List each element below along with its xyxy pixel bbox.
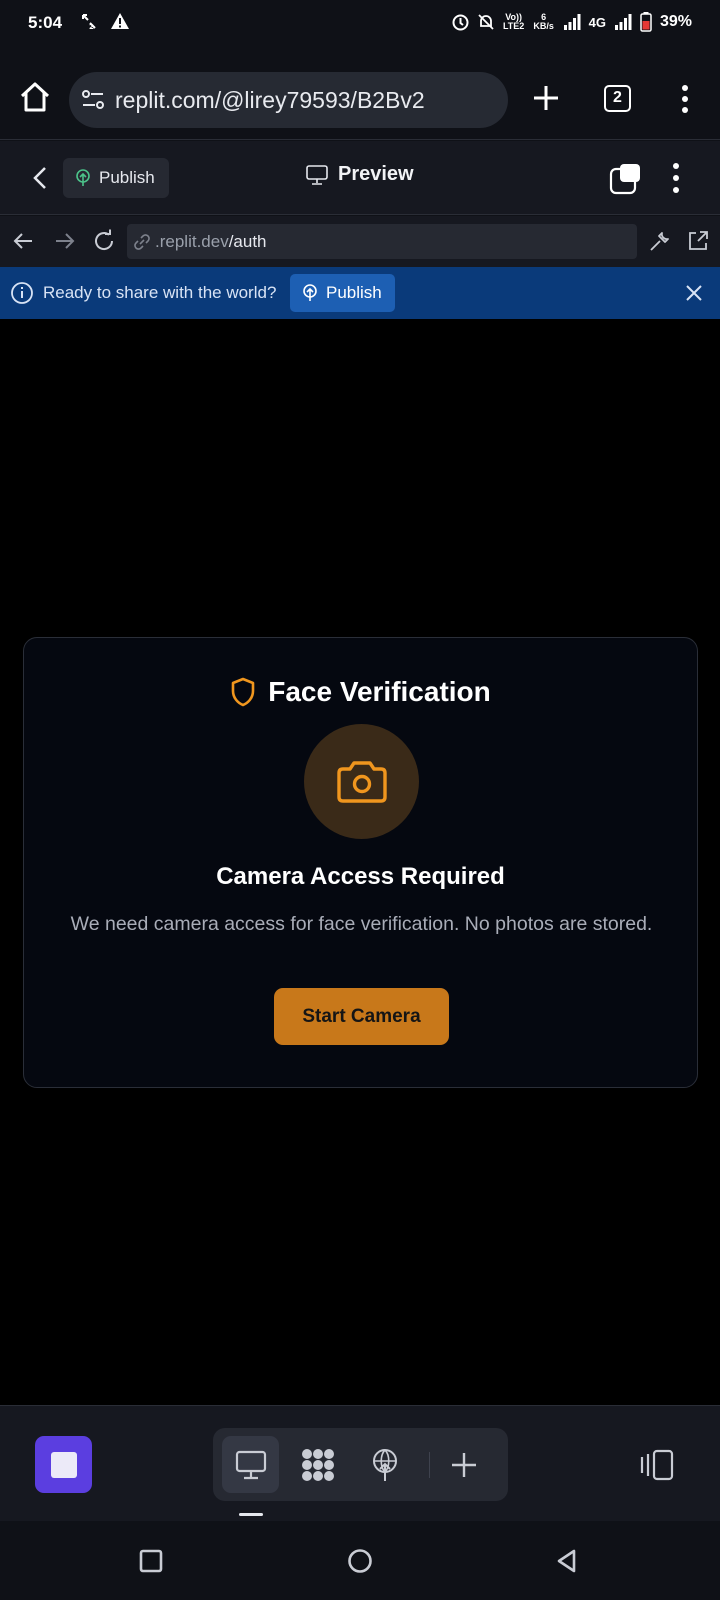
banner-text: Ready to share with the world? [43, 283, 277, 302]
link-icon [134, 233, 150, 250]
browser-toolbar: replit.com/@lirey79593/B2Bv2 2 [0, 46, 720, 140]
reload-icon[interactable] [92, 229, 116, 253]
stop-button[interactable] [35, 1436, 92, 1493]
tab-switcher-button[interactable]: 2 [604, 85, 631, 112]
publish-icon [76, 169, 90, 186]
tune-icon[interactable] [81, 88, 105, 112]
split-view-icon[interactable] [609, 163, 641, 195]
mute-icon [477, 14, 494, 30]
back-icon[interactable] [554, 1547, 582, 1575]
publish-button[interactable]: Publish [63, 158, 169, 198]
address-url: replit.com/@lirey79593/B2Bv2 [115, 86, 425, 113]
tab-preview[interactable] [222, 1436, 279, 1493]
wrench-icon[interactable] [648, 229, 672, 253]
more-vertical-icon[interactable] [664, 161, 688, 195]
camera-access-description: We need camera access for face verificat… [70, 913, 653, 935]
network-type: 4G [588, 14, 606, 30]
preview-content: Face Verification Camera Access Required… [0, 319, 720, 1405]
preview-label: Preview [338, 163, 414, 185]
battery-icon [640, 12, 652, 32]
dock-separator [429, 1452, 430, 1478]
card-title-text: Face Verification [268, 676, 491, 707]
publish-banner: Ready to share with the world? Publish [0, 267, 720, 319]
active-tab-indicator [239, 1513, 263, 1516]
publish-label: Publish [99, 168, 155, 187]
face-verification-card: Face Verification Camera Access Required… [23, 637, 698, 1088]
home-icon[interactable] [346, 1547, 374, 1575]
battery-percent: 39% [659, 13, 692, 30]
plus-icon [451, 1452, 476, 1477]
sync-icon [452, 14, 469, 30]
address-bar[interactable]: replit.com/@lirey79593/B2Bv2 [69, 72, 508, 128]
warning-icon [111, 13, 129, 29]
replit-header: Publish Preview [0, 141, 720, 215]
more-vertical-icon[interactable] [672, 84, 698, 114]
webview-url-field[interactable]: .replit.dev/auth [127, 224, 637, 259]
arrow-left-icon[interactable] [12, 229, 36, 253]
plus-icon[interactable] [530, 82, 562, 114]
camera-access-heading: Camera Access Required [216, 863, 505, 890]
android-nav-bar [0, 1521, 720, 1600]
publish-icon [303, 284, 317, 301]
tab-publish[interactable] [356, 1436, 413, 1493]
webview-nav: .replit.dev/auth [0, 216, 720, 267]
shield-icon [231, 677, 255, 707]
call-forward-icon: 2 [82, 14, 96, 30]
home-icon[interactable] [18, 80, 52, 114]
monitor-icon [306, 164, 328, 185]
webview-domain: .replit.dev [155, 231, 229, 251]
banner-publish-button[interactable]: Publish [290, 274, 395, 312]
signal-icon [614, 14, 632, 30]
svg-text:2: 2 [89, 23, 94, 30]
banner-publish-label: Publish [326, 283, 382, 302]
info-icon [11, 282, 33, 304]
replit-dock [0, 1405, 720, 1521]
camera-badge [304, 724, 419, 839]
signal-icon [563, 14, 581, 30]
close-icon[interactable] [683, 282, 705, 304]
recents-icon[interactable] [137, 1547, 165, 1575]
agent-icon [301, 1448, 334, 1481]
chevron-left-icon[interactable] [28, 165, 52, 191]
tab-agent[interactable] [289, 1436, 346, 1493]
status-time: 5:04 [28, 13, 63, 32]
dock-tabs [213, 1428, 508, 1501]
preview-title: Preview [306, 163, 414, 186]
camera-icon [336, 760, 387, 803]
arrow-right-icon[interactable] [52, 229, 76, 253]
webview-path: /auth [228, 231, 267, 251]
start-camera-button[interactable]: Start Camera [274, 988, 449, 1045]
card-title: Face Verification [24, 676, 697, 708]
net-speed: 6 KB/s [533, 12, 554, 31]
volte-indicator: Vo)) LTE2 [502, 12, 525, 31]
external-link-icon[interactable] [686, 229, 710, 253]
publish-icon [372, 1448, 397, 1481]
add-tab-button[interactable] [435, 1436, 492, 1493]
stop-icon [50, 1451, 77, 1478]
monitor-icon [235, 1450, 266, 1479]
status-bar: 5:04 2 Vo)) LTE2 6 KB/s 4G 39% [0, 0, 720, 46]
panels-icon[interactable] [640, 1449, 676, 1481]
